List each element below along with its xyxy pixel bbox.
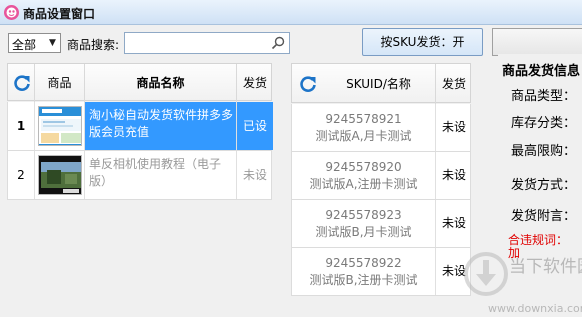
column-header-product-name: 商品名称: [85, 64, 237, 102]
delivery-status: 未设: [242, 168, 267, 182]
sku-delivery-toggle-button[interactable]: 按SKU发货：开: [362, 28, 483, 56]
label-stock-category: 库存分类：: [511, 116, 577, 131]
column-header-sku-status: 发货: [441, 77, 466, 91]
label-delivery-note: 发货附言：: [511, 209, 577, 224]
sku-row[interactable]: 9245578923 测试版B,月卡测试 未设: [291, 200, 471, 248]
refresh-cell: [292, 64, 322, 104]
sku-name: 测试版B,注册卡测试: [309, 273, 418, 287]
refresh-cell: [8, 64, 35, 102]
delivery-status: 已设: [237, 102, 273, 150]
watermark-text: 当下软件园: [509, 257, 582, 277]
sku-row[interactable]: 9245578920 测试版A,注册卡测试 未设: [291, 152, 471, 200]
info-panel-title: 商品发货信息: [502, 64, 581, 79]
sku-name: 测试版A,月卡测试: [315, 129, 412, 143]
sku-cell: 9245578922 测试版B,注册卡测试: [292, 248, 436, 295]
title-bar: 商品设置窗口: [0, 0, 582, 25]
label-product-type: 商品类型：: [511, 89, 577, 104]
sku-name: 测试版B,月卡测试: [315, 225, 412, 239]
sku-row[interactable]: 9245578922 测试版B,注册卡测试 未设: [291, 248, 471, 296]
sku-id: 9245578921: [325, 112, 402, 126]
sku-cell: 9245578921 测试版A,月卡测试: [292, 104, 436, 151]
sku-delivery-status: 未设: [441, 120, 466, 134]
product-name: 淘小秘自动发货软件拼多多版会员充值: [85, 102, 237, 150]
product-table: 商品 商品名称 发货 1 淘小秘自动发货软件拼多多版会员充值 已设 2 单反相机…: [6, 62, 273, 317]
row-number: 2: [8, 151, 35, 199]
label-purchase-limit: 最高限购：: [511, 144, 577, 159]
refresh-icon[interactable]: [12, 73, 32, 93]
sku-row[interactable]: 9245578921 测试版A,月卡测试 未设: [291, 104, 471, 152]
sku-delivery-status: 未设: [441, 216, 466, 230]
product-table-header: 商品 商品名称 发货: [7, 63, 272, 102]
thumbnail-cell: [35, 151, 85, 199]
search-label: 商品搜索:: [67, 38, 120, 52]
refresh-icon[interactable]: [298, 74, 318, 94]
search-input[interactable]: [124, 32, 290, 54]
product-thumbnail-image: [38, 155, 82, 195]
row-number: 1: [8, 102, 35, 150]
table-row[interactable]: 2 单反相机使用教程（电子版） 未设: [7, 151, 272, 200]
chevron-down-icon: ▼: [49, 38, 56, 48]
sku-name: 测试版A,注册卡测试: [309, 177, 418, 191]
column-header-product: 商品: [35, 64, 85, 102]
category-selected-value: 全部: [12, 38, 37, 52]
sku-id: 9245578923: [325, 208, 402, 222]
sku-id: 9245578920: [325, 160, 402, 174]
column-header-status: 发货: [242, 76, 267, 90]
column-header-sku: SKUID/名称: [322, 64, 436, 104]
table-row[interactable]: 1 淘小秘自动发货软件拼多多版会员充值 已设: [7, 102, 273, 151]
sku-table: SKUID/名称 发货 9245578921 测试版A,月卡测试 未设 9245…: [290, 62, 472, 317]
product-name: 单反相机使用教程（电子版）: [85, 151, 237, 199]
sku-delivery-status: 未设: [441, 168, 466, 182]
category-dropdown[interactable]: 全部 ▼: [8, 33, 61, 53]
thumbnail-cell: [35, 102, 85, 150]
sku-cell: 9245578923 测试版B,月卡测试: [292, 200, 436, 247]
search-icon[interactable]: [270, 35, 286, 51]
window-title: 商品设置窗口: [23, 7, 96, 21]
sku-cell: 9245578920 测试版A,注册卡测试: [292, 152, 436, 199]
product-thumbnail-image: [38, 106, 82, 146]
label-delivery-method: 发货方式：: [511, 178, 577, 193]
toolbar-right-button[interactable]: [492, 28, 582, 56]
sku-id: 9245578922: [325, 256, 402, 270]
watermark-url: www.downxia.com: [488, 302, 582, 315]
sku-table-header: SKUID/名称 发货: [291, 63, 471, 104]
app-logo-icon: [4, 5, 19, 20]
